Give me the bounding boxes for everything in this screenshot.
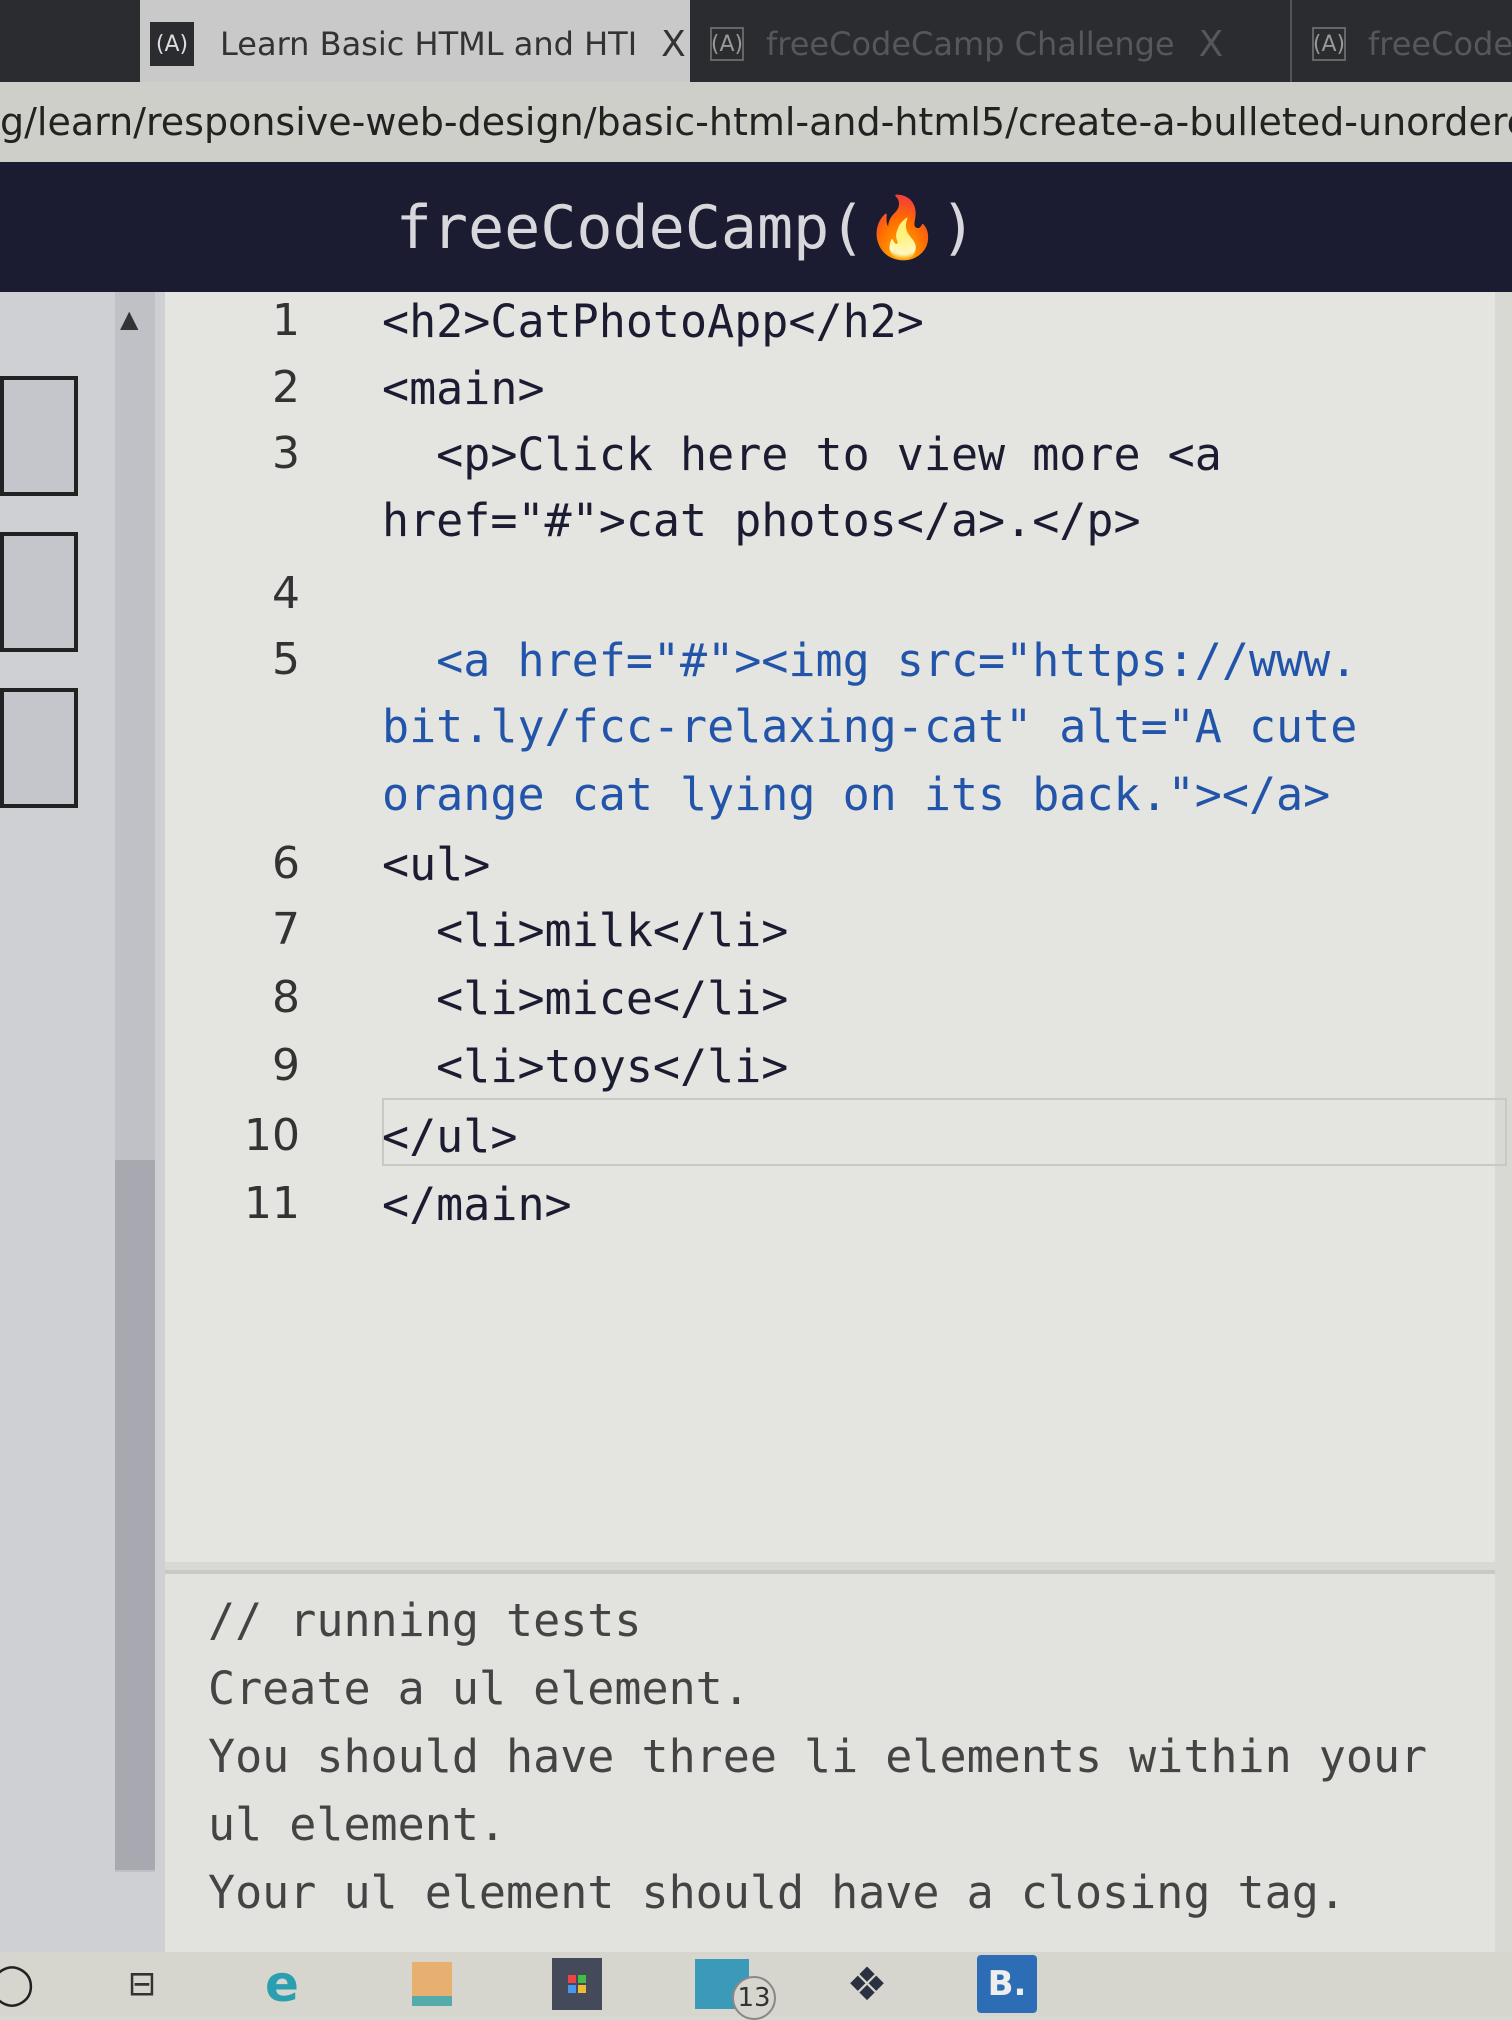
console-line: You should have three li elements within… — [208, 1730, 1428, 1783]
code-line[interactable]: orange cat lying on its back."></a> — [382, 768, 1330, 821]
code-editor[interactable] — [165, 292, 1495, 1562]
code-line[interactable]: <ul> — [382, 838, 490, 891]
line-number: 3 — [272, 428, 300, 479]
browser-tab-bar: (A) Learn Basic HTML and HTI X (A) freeC… — [0, 0, 1512, 88]
code-line[interactable]: bit.ly/fcc-relaxing-cat" alt="A cute — [382, 700, 1357, 753]
fcc-favicon-icon: (A) — [710, 27, 744, 61]
close-tab-icon[interactable]: X — [1199, 24, 1224, 65]
line-number: 9 — [272, 1040, 300, 1091]
code-line[interactable]: <li>toys</li> — [382, 1040, 788, 1093]
fcc-header: freeCodeCamp(🔥) — [0, 162, 1512, 292]
scrollbar-thumb[interactable] — [115, 1160, 155, 1870]
file-explorer-icon[interactable] — [400, 1952, 464, 2016]
code-line[interactable]: <li>mice</li> — [382, 972, 788, 1025]
edge-icon[interactable]: e — [250, 1952, 314, 2016]
tab-title: freeCodeCamp Challenge — [766, 25, 1175, 63]
line-number: 4 — [272, 568, 300, 619]
line-number: 5 — [272, 634, 300, 685]
fcc-favicon-icon: (A) — [1312, 27, 1346, 61]
mail-badge: 13 — [732, 1976, 776, 2020]
panel-block — [0, 376, 78, 496]
line-number: 7 — [272, 904, 300, 955]
line-number: 1 — [272, 295, 300, 346]
dropbox-icon[interactable]: ❖ — [835, 1952, 899, 2016]
console-line: Create a ul element. — [208, 1662, 750, 1715]
code-line[interactable]: href="#">cat photos</a>.</p> — [382, 494, 1141, 547]
code-line[interactable]: <main> — [382, 362, 545, 415]
code-line[interactable]: <h2>CatPhotoApp</h2> — [382, 295, 924, 348]
booking-icon[interactable]: B. — [975, 1952, 1039, 2016]
close-tab-icon[interactable]: X — [661, 24, 686, 65]
console-line: ul element. — [208, 1798, 507, 1851]
mail-icon[interactable]: 13 — [690, 1952, 776, 2020]
code-line[interactable]: </main> — [382, 1178, 572, 1231]
tab-title: Learn Basic HTML and HTI — [220, 25, 638, 63]
test-console: // running tests Create a ul element. Yo… — [165, 1570, 1495, 1955]
windows-taskbar: ◯ ⊟ e 13 ❖ B. — [0, 1952, 1512, 2020]
panel-block — [0, 688, 78, 808]
tab-learn-basic-html[interactable]: (A) Learn Basic HTML and HTI X — [140, 0, 690, 88]
address-bar[interactable]: g/learn/responsive-web-design/basic-html… — [0, 82, 1512, 162]
panel-block — [0, 532, 78, 652]
console-line: // running tests — [208, 1594, 642, 1647]
line-number: 8 — [272, 972, 300, 1023]
tab-fcc[interactable]: (A) freeCode — [1290, 0, 1512, 88]
scroll-up-arrow-icon[interactable]: ▲ — [120, 305, 138, 333]
code-line[interactable]: <a href="#"><img src="https://www. — [382, 634, 1357, 687]
line-number: 11 — [244, 1178, 300, 1229]
line-number: 2 — [272, 362, 300, 413]
current-line-highlight — [382, 1098, 1507, 1166]
fcc-favicon-icon: (A) — [150, 22, 194, 66]
url-text: g/learn/responsive-web-design/basic-html… — [0, 100, 1512, 144]
code-line[interactable]: </ul> — [382, 1110, 517, 1163]
code-line[interactable]: <p>Click here to view more <a — [382, 428, 1222, 481]
tab-title: freeCode — [1368, 25, 1512, 63]
search-circle-icon[interactable]: ◯ — [0, 1952, 44, 2016]
fcc-logo[interactable]: freeCodeCamp(🔥) — [396, 192, 976, 263]
task-view-icon[interactable]: ⊟ — [110, 1952, 174, 2016]
line-number: 6 — [272, 838, 300, 889]
code-line[interactable]: <li>milk</li> — [382, 904, 788, 957]
tab-fcc-challenge[interactable]: (A) freeCodeCamp Challenge X — [710, 0, 1223, 88]
store-icon[interactable] — [545, 1952, 609, 2016]
line-number: 10 — [244, 1110, 300, 1161]
console-line: Your ul element should have a closing ta… — [208, 1866, 1346, 1919]
